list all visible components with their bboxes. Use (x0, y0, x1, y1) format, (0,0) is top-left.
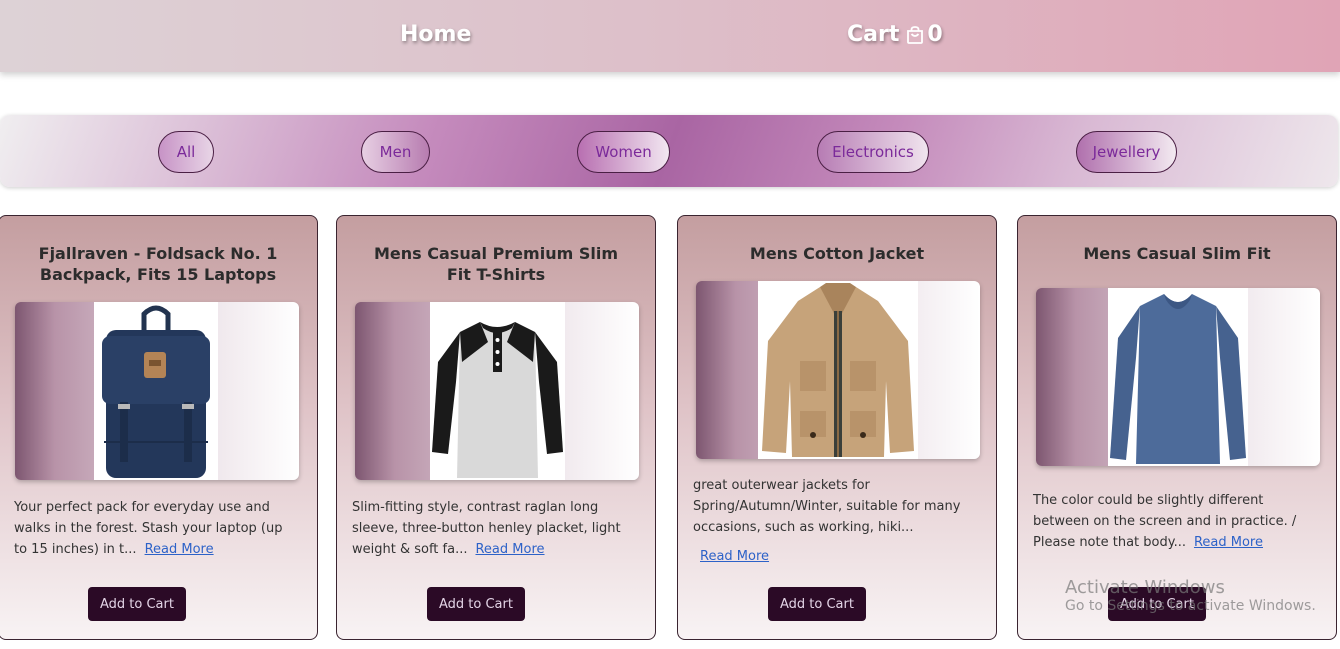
filter-men-button[interactable]: Men (361, 131, 430, 173)
product-description: The color could be slightly different be… (1033, 490, 1316, 553)
product-title: Mens Casual Premium Slim Fit T-Shirts (374, 244, 618, 284)
add-to-cart-button[interactable]: Add to Cart (427, 587, 525, 621)
category-filter-bar: All Men Women Electronics Jewellery (0, 115, 1338, 187)
nav-home-link[interactable]: Home (400, 22, 471, 47)
watermark-subtitle: Go to Settings to activate Windows. (1065, 598, 1316, 614)
read-more-link[interactable]: Read More (475, 542, 544, 557)
product-description: great outerwear jackets for Spring/Autum… (693, 475, 976, 538)
shirt-image (1108, 288, 1248, 466)
read-more-link[interactable]: Read More (145, 542, 214, 557)
product-description: Your perfect pack for everyday use and w… (14, 497, 297, 560)
read-more-row: Read More (700, 546, 976, 567)
product-title: Mens Cotton Jacket (749, 244, 925, 263)
top-navbar: Home Cart 0 (0, 0, 1340, 72)
product-card: Fjallraven - Foldsack No. 1 Backpack, Fi… (0, 215, 318, 640)
filter-electronics-button[interactable]: Electronics (817, 131, 929, 173)
filter-jewellery-button[interactable]: Jewellery (1076, 131, 1177, 173)
activate-windows-watermark: Activate Windows Go to Settings to activ… (1065, 577, 1316, 614)
filter-all-button[interactable]: All (158, 131, 214, 173)
jacket-image (758, 281, 918, 459)
cart-count: 0 (927, 22, 943, 47)
product-title: Fjallraven - Foldsack No. 1 Backpack, Fi… (38, 244, 278, 284)
product-image-frame (1036, 288, 1320, 466)
backpack-image (94, 302, 218, 480)
product-image-frame (355, 302, 639, 480)
product-card: Mens Casual Premium Slim Fit T-Shirts Sl… (336, 215, 656, 640)
read-more-link[interactable]: Read More (700, 549, 769, 564)
nav-cart-link[interactable]: Cart 0 (847, 22, 943, 47)
shopping-bag-icon (907, 25, 924, 44)
read-more-link[interactable]: Read More (1194, 535, 1263, 550)
add-to-cart-button[interactable]: Add to Cart (768, 587, 866, 621)
product-image-frame (696, 281, 980, 459)
watermark-title: Activate Windows (1065, 577, 1225, 598)
product-card: Mens Cotton Jacket great outerwear jacke… (677, 215, 997, 640)
add-to-cart-button[interactable]: Add to Cart (88, 587, 186, 621)
filter-women-button[interactable]: Women (577, 131, 670, 173)
cart-label: Cart (847, 22, 900, 47)
description-text: great outerwear jackets for Spring/Autum… (693, 478, 961, 535)
tshirt-image (430, 302, 565, 480)
product-description: Slim-fitting style, contrast raglan long… (352, 497, 635, 560)
product-title: Mens Casual Slim Fit (1083, 244, 1271, 263)
product-image-frame (15, 302, 299, 480)
